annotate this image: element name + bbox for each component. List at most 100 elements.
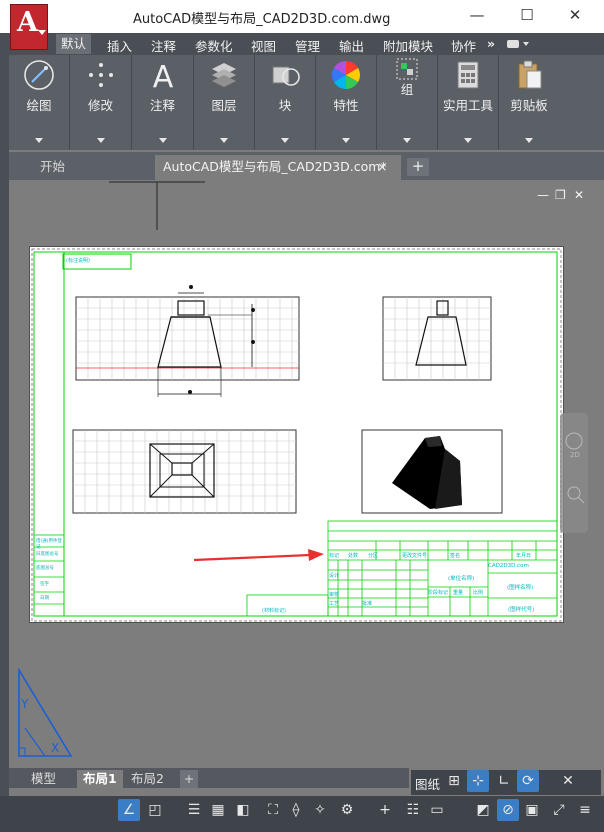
chevron-down-icon[interactable] <box>464 138 472 143</box>
left-label-2: 底图总号 <box>36 566 54 571</box>
drawing-tag-top: (标注说明) <box>66 258 90 264</box>
tab-view[interactable]: 视图 <box>251 36 276 55</box>
tab-active-drawing[interactable]: AutoCAD模型与布局_CAD2D3D.com* × <box>155 155 401 180</box>
panel-properties[interactable]: 特性 <box>316 55 377 150</box>
tab-collaborate[interactable]: 协作 <box>451 36 476 55</box>
navigation-bar[interactable]: 2D <box>560 413 588 533</box>
hardware-accel-icon[interactable]: ⊘ <box>497 799 519 821</box>
viewport-restore-button[interactable]: ❐ <box>555 188 566 202</box>
ribbon-tab-bar: 默认 插入 注释 参数化 视图 管理 输出 附加模块 协作 » <box>0 33 604 55</box>
chevron-down-icon[interactable] <box>403 138 411 143</box>
app-menu-button[interactable]: A <box>10 4 48 50</box>
maximize-button[interactable]: ☐ <box>517 6 537 24</box>
more-tabs-icon[interactable]: » <box>487 36 495 51</box>
status-bar: ∠ ◰ ☰ ▦ ◧ ⛶ ⟠ ✧ ⚙ + ☷ ▭ ◩ ⊘ ▣ ⤢ ≡ <box>0 796 604 832</box>
title-block-design: 设计 <box>329 573 340 579</box>
left-label-0: 借(通)用件登记 <box>36 539 63 550</box>
svg-text:X: X <box>51 741 59 755</box>
minimize-button[interactable]: — <box>467 6 487 24</box>
paper-sheet[interactable]: (标注说明) CAD2D3D.com (图样名称) (图样代号) (单位名称) … <box>29 246 564 623</box>
front-view <box>75 285 300 397</box>
isometric-view <box>361 429 503 514</box>
3d-osnap-icon[interactable]: ⛶ <box>262 799 284 821</box>
panel-utilities[interactable]: 实用工具 <box>438 55 499 150</box>
tab-model[interactable]: 模型 <box>31 770 56 788</box>
close-button[interactable]: ✕ <box>565 6 585 24</box>
ucs-icon: Y X <box>18 668 73 757</box>
viewport-close-button[interactable]: ✕ <box>574 188 584 202</box>
osnap-icon[interactable]: ✕ <box>557 770 579 792</box>
clipboard-icon <box>518 60 542 89</box>
tab-parametric[interactable]: 参数化 <box>195 36 233 55</box>
pan-icon: 2D <box>565 432 585 504</box>
grid-icon[interactable]: ⊞ <box>443 770 465 792</box>
customize-menu-icon[interactable]: ≡ <box>574 799 596 821</box>
tab-active-label: AutoCAD模型与布局_CAD2D3D.com* <box>163 159 387 174</box>
gear-icon[interactable]: ⚙ <box>336 799 358 821</box>
panel-properties-label: 特性 <box>333 98 359 113</box>
chevron-down-icon <box>38 30 46 35</box>
ribbon-toggle-icon[interactable] <box>506 39 530 50</box>
tab-default[interactable]: 默认 <box>56 34 92 54</box>
dynamic-ucs-icon[interactable]: ⟠ <box>285 799 307 821</box>
panel-clipboard[interactable]: 剪贴板 <box>499 55 559 150</box>
chevron-down-icon[interactable] <box>96 138 105 143</box>
isodraft-icon[interactable]: ∠ <box>118 799 140 821</box>
tab-manage[interactable]: 管理 <box>295 36 320 55</box>
panel-block[interactable]: 块 <box>255 55 316 150</box>
plus-icon[interactable]: + <box>374 799 396 821</box>
svg-text:A: A <box>152 60 173 91</box>
panel-annotation[interactable]: A 注释 <box>132 55 194 150</box>
chevron-down-icon[interactable] <box>158 138 167 143</box>
polar-icon[interactable]: ⟳ <box>517 770 539 792</box>
tab-addins[interactable]: 附加模块 <box>383 36 433 55</box>
object-snap-track-icon[interactable]: ◰ <box>144 799 166 821</box>
tab-annotate[interactable]: 注释 <box>151 36 176 55</box>
ortho-icon[interactable]: ∟ <box>493 770 515 792</box>
title-col-count: 处数 <box>348 553 359 559</box>
isolate-icon[interactable]: ◩ <box>472 799 494 821</box>
block-icon <box>272 66 300 86</box>
quick-properties-icon[interactable]: ▭ <box>426 799 448 821</box>
lineweight-icon[interactable]: ☰ <box>183 799 205 821</box>
add-layout-button[interactable]: + <box>180 770 198 788</box>
chevron-down-icon[interactable] <box>281 138 289 143</box>
tab-layout1[interactable]: 布局1 <box>77 770 123 788</box>
title-block-company: CAD2D3D.com <box>488 563 529 569</box>
paper-space-toggle[interactable]: 图纸 <box>415 774 440 793</box>
panel-annotation-label: 注释 <box>149 98 175 113</box>
drawing-sheet-svg <box>31 248 562 622</box>
material-label: (材料标记) <box>262 608 286 614</box>
window-title: AutoCAD模型与布局_CAD2D3D.com.dwg <box>133 12 391 27</box>
title-col-sign: 签名 <box>450 553 461 559</box>
panel-group-label: 组 <box>400 82 414 97</box>
ribbon: 绘图 修改 A 注释 图层 块 特性 组 实用工具 剪贴板 <box>0 55 604 150</box>
clean-screen-icon[interactable]: ▣ <box>521 799 543 821</box>
panel-draw[interactable]: 绘图 <box>9 55 70 150</box>
transparency-icon[interactable]: ▦ <box>207 799 229 821</box>
chevron-down-icon[interactable] <box>220 138 228 143</box>
tab-start[interactable]: 开始 <box>40 155 65 180</box>
snap-icon[interactable]: ⊹ <box>467 770 489 792</box>
fullscreen-icon[interactable]: ⤢ <box>548 799 570 821</box>
panel-modify[interactable]: 修改 <box>70 55 132 150</box>
title-block-drawing-code: (图样代号) <box>508 607 535 613</box>
add-tab-button[interactable]: + <box>407 158 429 176</box>
title-block-ratio: 比例 <box>473 590 484 596</box>
svg-text:2D: 2D <box>570 451 580 459</box>
tab-layout2[interactable]: 布局2 <box>131 770 164 788</box>
tab-output[interactable]: 输出 <box>339 36 364 55</box>
side-view <box>382 296 492 381</box>
tab-insert[interactable]: 插入 <box>107 36 132 55</box>
viewport-minimize-button[interactable]: — <box>537 188 549 202</box>
selection-cycling-icon[interactable]: ◧ <box>232 799 254 821</box>
properties-icon[interactable]: ☷ <box>402 799 424 821</box>
panel-group[interactable]: 组 <box>377 55 438 150</box>
chevron-down-icon[interactable] <box>525 138 533 143</box>
panel-layers[interactable]: 图层 <box>194 55 255 150</box>
annotation-scale-icon[interactable]: ✧ <box>309 799 331 821</box>
document-tab-bar: 开始 AutoCAD模型与布局_CAD2D3D.com* × + <box>0 152 604 180</box>
close-icon[interactable]: × <box>377 155 387 179</box>
chevron-down-icon[interactable] <box>35 138 43 143</box>
chevron-down-icon[interactable] <box>342 138 350 143</box>
